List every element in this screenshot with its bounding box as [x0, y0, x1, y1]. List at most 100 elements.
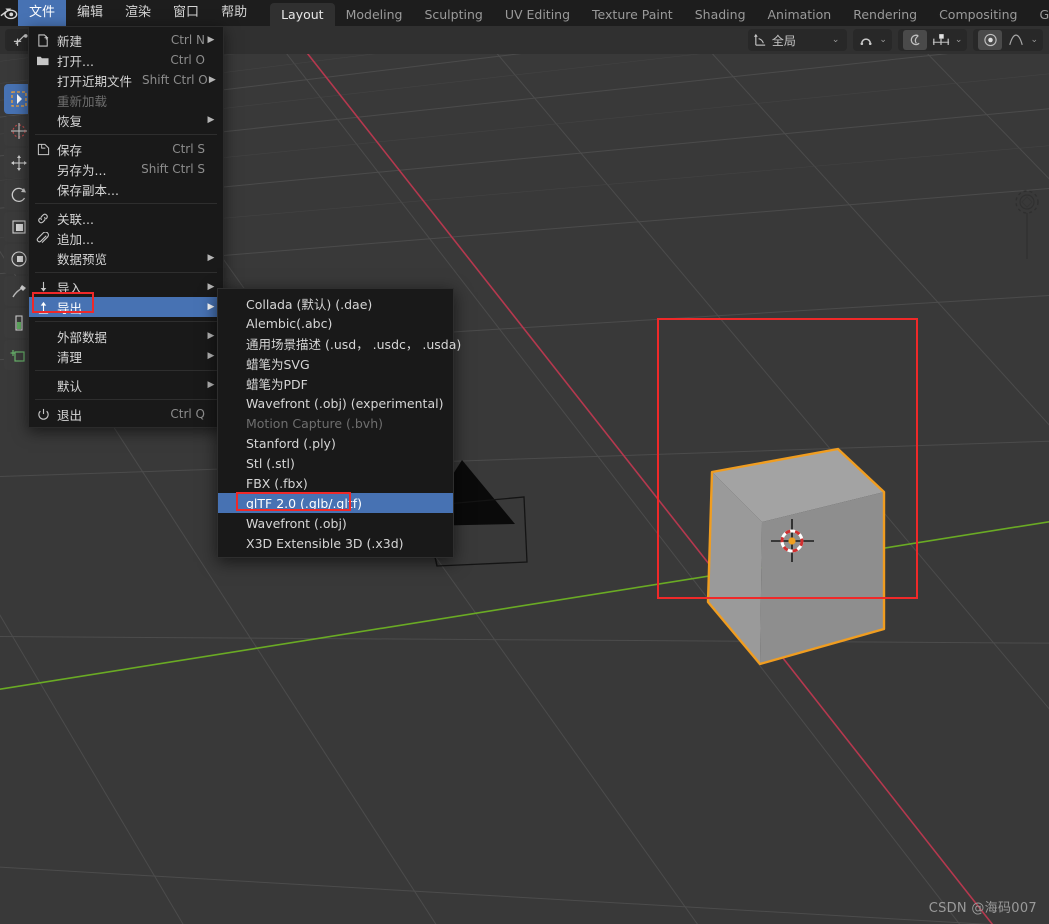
- file-menu-item-revert: 重新加载: [29, 90, 223, 110]
- chevron-right-icon: ▶: [207, 35, 215, 45]
- file-menu-defaults-label: 默认: [57, 378, 83, 394]
- tab-sculpting[interactable]: Sculpting: [413, 3, 493, 26]
- tab-uv-editing[interactable]: UV Editing: [494, 3, 581, 26]
- export-arrow-icon: [29, 301, 57, 314]
- export-item-stanford-ply[interactable]: Stanford (.ply): [218, 433, 453, 453]
- file-menu-clean-up-label: 清理: [57, 349, 83, 365]
- menu-help[interactable]: 帮助: [210, 0, 258, 26]
- cube-object: [706, 447, 886, 666]
- orientation-icon: [753, 33, 765, 46]
- export-item-stl[interactable]: Stl (.stl): [218, 453, 453, 473]
- file-menu-item-open[interactable]: 打开... Ctrl O: [29, 50, 223, 70]
- file-menu-data-previews-label: 数据预览: [57, 251, 108, 267]
- file-menu-external-data-label: 外部数据: [57, 329, 108, 345]
- file-menu-item-data-previews[interactable]: 数据预览 ▶: [29, 248, 223, 268]
- file-menu-item-save-as[interactable]: 另存为... Shift Ctrl S: [29, 159, 223, 179]
- tab-modeling[interactable]: Modeling: [335, 3, 414, 26]
- workspace-tabs: Layout Modeling Sculpting UV Editing Tex…: [270, 0, 1049, 26]
- snapping-dropdown[interactable]: ⌄: [853, 29, 892, 51]
- falloff-group[interactable]: ⌄: [973, 29, 1043, 51]
- proportional-connected-icon[interactable]: [929, 30, 953, 50]
- chevron-right-icon: ▶: [207, 115, 215, 125]
- tab-compositing[interactable]: Compositing: [928, 3, 1028, 26]
- open-folder-icon: [29, 54, 57, 66]
- export-item-collada[interactable]: Collada (默认) (.dae): [218, 293, 453, 313]
- file-menu-item-link[interactable]: 关联...: [29, 208, 223, 228]
- export-item-motion-capture: Motion Capture (.bvh): [246, 415, 384, 431]
- chevron-right-icon: ▶: [207, 380, 215, 390]
- file-menu-save-as-shortcut: Shift Ctrl S: [141, 162, 205, 176]
- export-item-x3d[interactable]: X3D Extensible 3D (.x3d): [218, 533, 453, 553]
- menu-render[interactable]: 渲染: [114, 0, 162, 26]
- proportional-editing-group[interactable]: ⌄: [897, 29, 968, 51]
- tab-geometry-nodes[interactable]: Geometry Nodes: [1028, 3, 1049, 26]
- blender-logo-icon[interactable]: [0, 0, 18, 26]
- snap-caret-icon: ⌄: [879, 35, 887, 45]
- tab-layout[interactable]: Layout: [270, 3, 335, 26]
- file-menu-item-clean-up[interactable]: 清理 ▶: [29, 346, 223, 366]
- file-menu-item-external-data[interactable]: 外部数据 ▶: [29, 326, 223, 346]
- file-menu-item-new[interactable]: 新建 Ctrl N ▶: [29, 30, 223, 50]
- chevron-right-icon: ▶: [207, 282, 215, 292]
- falloff-mode-icon[interactable]: [978, 30, 1003, 50]
- file-menu-open-recent-shortcut: Shift Ctrl O: [142, 73, 208, 87]
- top-bar: 文件 编辑 渲染 窗口 帮助 Layout Modeling Sculpting…: [0, 0, 1049, 26]
- file-menu-item-export[interactable]: 导出 ▶: [29, 297, 223, 317]
- file-menu-item-append[interactable]: 追加...: [29, 228, 223, 248]
- menu-window[interactable]: 窗口: [162, 0, 210, 26]
- orientation-caret-icon: ⌄: [831, 35, 840, 45]
- menu-edit[interactable]: 编辑: [66, 0, 114, 26]
- proportional-caret-icon: ⌄: [954, 35, 963, 45]
- file-menu-item-quit[interactable]: 退出 Ctrl Q: [29, 404, 223, 424]
- file-menu-append-label: 追加...: [57, 231, 94, 247]
- export-submenu: Collada (默认) (.dae) Alembic(.abc) 通用场景描述…: [217, 288, 461, 558]
- export-item-wavefront-obj[interactable]: Wavefront (.obj): [218, 513, 453, 533]
- transform-orientation-value: 全局: [771, 33, 796, 48]
- file-menu-quit-shortcut: Ctrl Q: [170, 407, 205, 421]
- file-menu-new-label: 新建: [57, 33, 83, 49]
- paperclip-icon: [29, 231, 57, 245]
- file-menu-item-import[interactable]: 导入 ▶: [29, 277, 223, 297]
- export-item-fbx[interactable]: FBX (.fbx): [218, 473, 453, 493]
- falloff-curve-icon[interactable]: [1004, 30, 1028, 50]
- tab-shading[interactable]: Shading: [684, 3, 757, 26]
- export-item-wavefront-experimental[interactable]: Wavefront (.obj) (experimental): [218, 393, 453, 413]
- snap-magnet-icon: [860, 38, 872, 46]
- chevron-right-icon: ▶: [208, 75, 216, 85]
- file-menu-link-label: 关联...: [57, 211, 94, 227]
- proportional-toggle[interactable]: [902, 30, 927, 50]
- file-menu-item-recover[interactable]: 恢复 ▶: [29, 110, 223, 130]
- export-item-alembic[interactable]: Alembic(.abc): [218, 313, 453, 333]
- export-item-grease-pencil-svg[interactable]: 蜡笔为SVG: [218, 353, 453, 373]
- menu-separator: [35, 399, 217, 400]
- file-menu-item-defaults[interactable]: 默认 ▶: [29, 375, 223, 395]
- file-menu-item-open-recent[interactable]: 打开近期文件 Shift Ctrl O ▶: [29, 70, 223, 90]
- file-menu-open-shortcut: Ctrl O: [170, 53, 205, 67]
- file-menu-recover-label: 恢复: [57, 113, 83, 129]
- file-menu-new-shortcut: Ctrl N: [170, 33, 205, 47]
- file-menu-save-copy-label: 保存副本...: [57, 182, 119, 198]
- export-item-grease-pencil-pdf[interactable]: 蜡笔为PDF: [218, 373, 453, 393]
- header-right-controls: 全局 ⌄ ⌄ ⌄ ⌄: [747, 29, 1043, 51]
- blender-window: CSDN @海码007 文件 编辑 渲染 窗口 帮助 Layout Modeli…: [0, 0, 1049, 924]
- link-icon: [29, 212, 57, 225]
- file-menu-item-save-copy[interactable]: 保存副本...: [29, 179, 223, 199]
- falloff-caret-icon: ⌄: [1030, 35, 1038, 45]
- tab-animation[interactable]: Animation: [757, 3, 843, 26]
- power-icon: [29, 408, 57, 421]
- new-file-icon: [29, 33, 57, 47]
- proportional-icon: [911, 34, 921, 46]
- export-item-gltf[interactable]: glTF 2.0 (.glb/.gltf): [218, 493, 453, 513]
- file-menu-open-recent-label: 打开近期文件: [57, 73, 133, 89]
- tab-texture-paint[interactable]: Texture Paint: [581, 3, 684, 26]
- file-menu-item-save[interactable]: 保存 Ctrl S: [29, 139, 223, 159]
- menu-file[interactable]: 文件: [18, 0, 67, 26]
- tab-rendering[interactable]: Rendering: [842, 3, 928, 26]
- file-menu-revert-label: 重新加载: [57, 93, 108, 109]
- save-icon: [29, 143, 57, 156]
- menu-separator: [35, 134, 217, 135]
- export-item-usd[interactable]: 通用场景描述 (.usd， .usdc， .usda): [218, 333, 461, 353]
- file-menu-import-label: 导入: [57, 280, 83, 296]
- chevron-right-icon: ▶: [207, 253, 215, 263]
- transform-orientation-dropdown[interactable]: 全局 ⌄: [747, 29, 848, 51]
